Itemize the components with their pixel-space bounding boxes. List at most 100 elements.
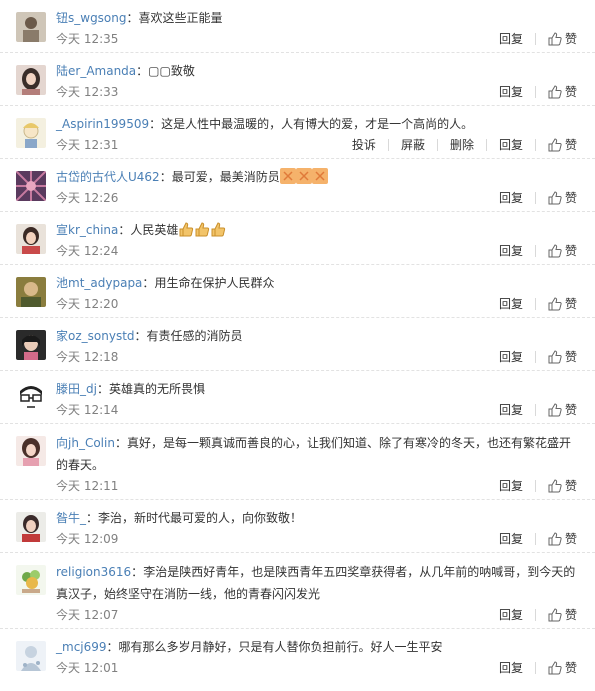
- thumbs-emoji-icon: [210, 221, 226, 237]
- timestamp: 今天 12:35: [56, 32, 119, 46]
- like-button[interactable]: 赞: [548, 530, 577, 548]
- avatar[interactable]: [16, 330, 46, 360]
- report-button[interactable]: 投诉: [352, 136, 376, 154]
- thumbs-up-icon: [548, 350, 562, 364]
- separator: ：: [118, 223, 131, 237]
- username-link[interactable]: 古岱的古代人U462: [56, 170, 160, 184]
- comment-item: 宣kr_china：人民英雄 今天 12:24 回复 赞: [0, 212, 595, 265]
- like-button[interactable]: 赞: [548, 606, 577, 624]
- reply-button[interactable]: 回复: [499, 606, 523, 624]
- like-label: 赞: [564, 403, 577, 417]
- comment-item: _Aspirin199509：这是人性中最温暖的，人有博大的爱，才是一个高尚的人…: [0, 106, 595, 159]
- avatar[interactable]: [16, 383, 46, 413]
- divider: [534, 351, 536, 363]
- username-link[interactable]: religion3616: [56, 565, 131, 579]
- reply-button[interactable]: 回复: [499, 30, 523, 48]
- reply-button[interactable]: 回复: [499, 348, 523, 366]
- comment-item: 向jh_Colin：真好，是每一颗真诚而善良的心，让我们知道、除了有寒冷的冬天，…: [0, 424, 595, 500]
- separator: ：: [126, 11, 139, 25]
- comment-text: 真好，是每一颗真诚而善良的心，让我们知道、除了有寒冷的冬天，也还有繁花盛开的春天…: [56, 436, 571, 472]
- reply-button[interactable]: 回复: [499, 242, 523, 260]
- comment-text-line: 钮s_wgsong：喜欢这些正能量: [56, 7, 577, 29]
- clap-emoji-icon: [279, 168, 296, 184]
- separator: ：: [106, 640, 119, 654]
- separator: ：: [96, 382, 109, 396]
- thumbs-emoji-icon: [178, 221, 194, 237]
- delete-button[interactable]: 删除: [450, 136, 474, 154]
- comment-item: 昝牛_：李治，新时代最可爱的人，向你致敬！ 今天 12:09 回复 赞: [0, 500, 595, 553]
- like-label: 赞: [564, 191, 577, 205]
- like-button[interactable]: 赞: [548, 295, 577, 313]
- reply-button[interactable]: 回复: [499, 659, 523, 677]
- block-button[interactable]: 屏蔽: [401, 136, 425, 154]
- comment-item: 古岱的古代人U462：最可爱，最美消防员 今天 12:26 回复 赞: [0, 159, 595, 212]
- thumbs-up-icon: [548, 138, 562, 152]
- thumbs-up-icon: [548, 297, 562, 311]
- timestamp: 今天 12:18: [56, 350, 119, 364]
- avatar[interactable]: [16, 12, 46, 42]
- separator: ：: [114, 436, 127, 450]
- like-button[interactable]: 赞: [548, 136, 577, 154]
- avatar[interactable]: [16, 641, 46, 671]
- comment-text: 英雄真的无所畏惧: [108, 382, 205, 396]
- avatar[interactable]: [16, 565, 46, 595]
- comment-text: 喜欢这些正能量: [138, 11, 223, 25]
- reply-button[interactable]: 回复: [499, 401, 523, 419]
- username-link[interactable]: _Aspirin199509: [56, 117, 149, 131]
- username-link[interactable]: 滕田_dj: [56, 382, 97, 396]
- username-link[interactable]: 池mt_adypapa: [56, 276, 142, 290]
- username-link[interactable]: 家oz_sonystd: [56, 329, 135, 343]
- thumbs-up-icon: [548, 244, 562, 258]
- thumbs-up-icon: [548, 479, 562, 493]
- timestamp: 今天 12:14: [56, 403, 119, 417]
- avatar[interactable]: [16, 224, 46, 254]
- username-link[interactable]: 陆er_Amanda: [56, 64, 136, 78]
- reply-button[interactable]: 回复: [499, 189, 523, 207]
- like-button[interactable]: 赞: [548, 348, 577, 366]
- timestamp: 今天 12:07: [56, 608, 119, 622]
- avatar[interactable]: [16, 436, 46, 466]
- comment-text: 人民英雄: [130, 223, 179, 237]
- comment-text: 最可爱，最美消防员: [171, 170, 280, 184]
- avatar[interactable]: [16, 118, 46, 148]
- separator: ：: [86, 511, 99, 525]
- comment-item: 池mt_adypapa：用生命在保护人民群众 今天 12:20 回复 赞: [0, 265, 595, 318]
- comment-item: 滕田_dj：英雄真的无所畏惧 今天 12:14 回复 赞: [0, 371, 595, 424]
- comment-text: 李治，新时代最可爱的人，向你致敬！: [98, 511, 303, 525]
- clap-emoji-icon: [295, 168, 312, 184]
- reply-button[interactable]: 回复: [499, 295, 523, 313]
- reply-button[interactable]: 回复: [499, 136, 523, 154]
- username-link[interactable]: 宣kr_china: [56, 223, 118, 237]
- like-button[interactable]: 赞: [548, 659, 577, 677]
- like-button[interactable]: 赞: [548, 189, 577, 207]
- divider: [534, 33, 536, 45]
- like-button[interactable]: 赞: [548, 30, 577, 48]
- reply-button[interactable]: 回复: [499, 477, 523, 495]
- timestamp: 今天 12:01: [56, 661, 119, 675]
- avatar[interactable]: [16, 512, 46, 542]
- avatar[interactable]: [16, 277, 46, 307]
- like-button[interactable]: 赞: [548, 477, 577, 495]
- divider: [534, 480, 536, 492]
- thumbs-up-icon: [548, 532, 562, 546]
- divider: [436, 139, 438, 151]
- username-link[interactable]: 昝牛_: [56, 511, 86, 525]
- like-button[interactable]: 赞: [548, 83, 577, 101]
- thumbs-up-icon: [548, 608, 562, 622]
- separator: ：: [142, 276, 155, 290]
- comment-text: 哪有那么多岁月静好，只是有人替你负担前行。好人一生平安: [118, 640, 443, 654]
- comment-text: ▢▢致敬: [148, 64, 195, 78]
- like-label: 赞: [564, 532, 577, 546]
- avatar[interactable]: [16, 171, 46, 201]
- reply-button[interactable]: 回复: [499, 530, 523, 548]
- like-button[interactable]: 赞: [548, 401, 577, 419]
- avatar[interactable]: [16, 65, 46, 95]
- username-link[interactable]: 向jh_Colin: [56, 436, 115, 450]
- reply-button[interactable]: 回复: [499, 83, 523, 101]
- thumbs-up-icon: [548, 85, 562, 99]
- username-link[interactable]: 钮s_wgsong: [56, 11, 127, 25]
- username-link[interactable]: _mcj699: [56, 640, 107, 654]
- divider: [485, 139, 487, 151]
- like-button[interactable]: 赞: [548, 242, 577, 260]
- divider: [534, 662, 536, 674]
